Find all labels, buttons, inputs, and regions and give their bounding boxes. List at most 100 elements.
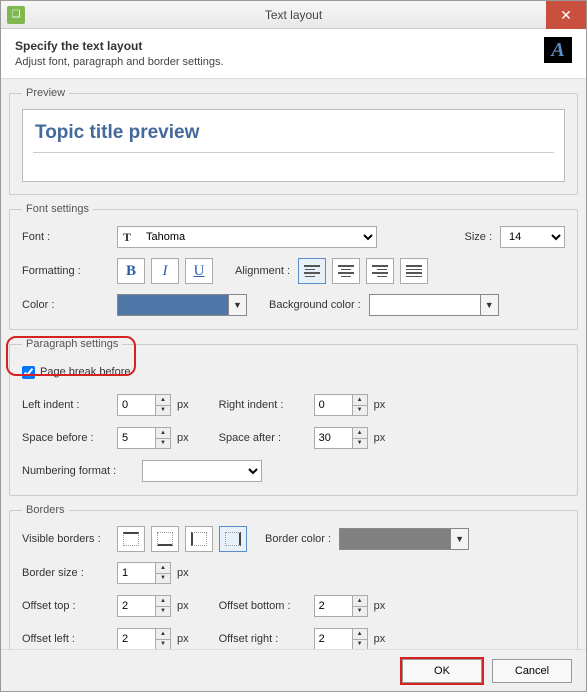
unit-label: px [177, 567, 189, 579]
close-button[interactable]: ✕ [546, 1, 586, 29]
page-break-checkbox-wrap[interactable]: Page break before [22, 366, 131, 379]
underline-button[interactable]: U [185, 258, 213, 284]
preview-text: Topic title preview [33, 118, 554, 148]
bgcolor-label: Background color : [269, 299, 361, 311]
offset-right-label: Offset right : [219, 633, 314, 645]
spin-up-icon[interactable]: ▲ [155, 395, 170, 406]
color-swatch [118, 295, 228, 315]
ok-button[interactable]: OK [402, 659, 482, 683]
unit-label: px [177, 432, 189, 444]
page-break-label: Page break before [40, 366, 131, 378]
align-right-button[interactable] [366, 258, 394, 284]
cancel-button[interactable]: Cancel [492, 659, 572, 683]
paragraph-legend: Paragraph settings [22, 338, 122, 350]
window-title: Text layout [1, 8, 586, 22]
border-size-label: Border size : [22, 567, 117, 579]
color-picker[interactable]: ▼ [117, 294, 247, 316]
border-top-button[interactable] [117, 526, 145, 552]
text-layout-icon: A [544, 37, 572, 63]
unit-label: px [374, 432, 386, 444]
left-indent-label: Left indent : [22, 399, 117, 411]
close-icon: ✕ [560, 7, 572, 24]
unit-label: px [374, 633, 386, 645]
page-break-checkbox[interactable] [22, 366, 35, 379]
titlebar: ❏ Text layout ✕ [1, 1, 586, 29]
header-title: Specify the text layout [15, 39, 572, 53]
dialog-window: ❏ Text layout ✕ Specify the text layout … [0, 0, 587, 692]
unit-label: px [374, 399, 386, 411]
spin-down-icon[interactable]: ▼ [352, 406, 367, 416]
right-indent-spinner[interactable]: ▲▼ [314, 394, 368, 416]
numbering-format-select[interactable] [142, 460, 262, 482]
spin-up-icon[interactable]: ▲ [155, 596, 170, 607]
numfmt-label: Numbering format : [22, 465, 142, 477]
border-left-button[interactable] [185, 526, 213, 552]
spin-down-icon[interactable]: ▼ [155, 439, 170, 449]
border-color-swatch [340, 529, 450, 549]
unit-label: px [374, 600, 386, 612]
space-after-spinner[interactable]: ▲▼ [314, 427, 368, 449]
preview-legend: Preview [22, 87, 69, 99]
align-justify-button[interactable] [400, 258, 428, 284]
preview-divider [33, 152, 554, 153]
dialog-header: Specify the text layout Adjust font, par… [1, 29, 586, 79]
bgcolor-swatch [370, 295, 480, 315]
unit-label: px [177, 399, 189, 411]
header-subtitle: Adjust font, paragraph and border settin… [15, 56, 572, 68]
offset-left-label: Offset left : [22, 633, 117, 645]
spin-up-icon[interactable]: ▲ [155, 563, 170, 574]
bold-button[interactable]: B [117, 258, 145, 284]
spin-up-icon[interactable]: ▲ [352, 428, 367, 439]
spin-down-icon[interactable]: ▼ [155, 406, 170, 416]
spin-up-icon[interactable]: ▲ [352, 395, 367, 406]
size-select[interactable]: 14 [500, 226, 565, 248]
paragraph-settings-group: Paragraph settings Page break before Lef… [9, 338, 578, 496]
spin-down-icon[interactable]: ▼ [155, 640, 170, 650]
align-left-button[interactable] [298, 258, 326, 284]
preview-group: Preview Topic title preview [9, 87, 578, 195]
chevron-down-icon: ▼ [228, 295, 246, 315]
space-before-spinner[interactable]: ▲▼ [117, 427, 171, 449]
offset-top-spinner[interactable]: ▲▼ [117, 595, 171, 617]
alignment-label: Alignment : [235, 265, 290, 277]
offset-bottom-label: Offset bottom : [219, 600, 314, 612]
border-color-label: Border color : [265, 533, 331, 545]
spin-up-icon[interactable]: ▲ [155, 428, 170, 439]
align-center-button[interactable] [332, 258, 360, 284]
spin-down-icon[interactable]: ▼ [352, 607, 367, 617]
border-right-button[interactable] [219, 526, 247, 552]
visible-borders-label: Visible borders : [22, 533, 117, 545]
chevron-down-icon: ▼ [480, 295, 498, 315]
spin-up-icon[interactable]: ▲ [155, 629, 170, 640]
color-label: Color : [22, 299, 117, 311]
bgcolor-picker[interactable]: ▼ [369, 294, 499, 316]
borders-group: Borders Visible borders : Border color :… [9, 504, 578, 649]
spin-down-icon[interactable]: ▼ [155, 574, 170, 584]
offset-right-spinner[interactable]: ▲▼ [314, 628, 368, 649]
spin-down-icon[interactable]: ▼ [155, 607, 170, 617]
space-before-label: Space before : [22, 432, 117, 444]
italic-button[interactable]: I [151, 258, 179, 284]
offset-bottom-spinner[interactable]: ▲▼ [314, 595, 368, 617]
spin-down-icon[interactable]: ▼ [352, 640, 367, 650]
spin-up-icon[interactable]: ▲ [352, 596, 367, 607]
right-indent-label: Right indent : [219, 399, 314, 411]
font-settings-group: Font settings Font : T Tahoma Size : 14 … [9, 203, 578, 330]
font-label: Font : [22, 231, 117, 243]
size-label: Size : [464, 231, 492, 243]
unit-label: px [177, 600, 189, 612]
border-color-picker[interactable]: ▼ [339, 528, 469, 550]
spin-down-icon[interactable]: ▼ [352, 439, 367, 449]
space-after-label: Space after : [219, 432, 314, 444]
dialog-footer: OK Cancel [1, 649, 586, 691]
border-bottom-button[interactable] [151, 526, 179, 552]
offset-left-spinner[interactable]: ▲▼ [117, 628, 171, 649]
chevron-down-icon: ▼ [450, 529, 468, 549]
font-select[interactable]: Tahoma [117, 226, 377, 248]
font-legend: Font settings [22, 203, 93, 215]
offset-top-label: Offset top : [22, 600, 117, 612]
borders-legend: Borders [22, 504, 69, 516]
border-size-spinner[interactable]: ▲▼ [117, 562, 171, 584]
left-indent-spinner[interactable]: ▲▼ [117, 394, 171, 416]
spin-up-icon[interactable]: ▲ [352, 629, 367, 640]
